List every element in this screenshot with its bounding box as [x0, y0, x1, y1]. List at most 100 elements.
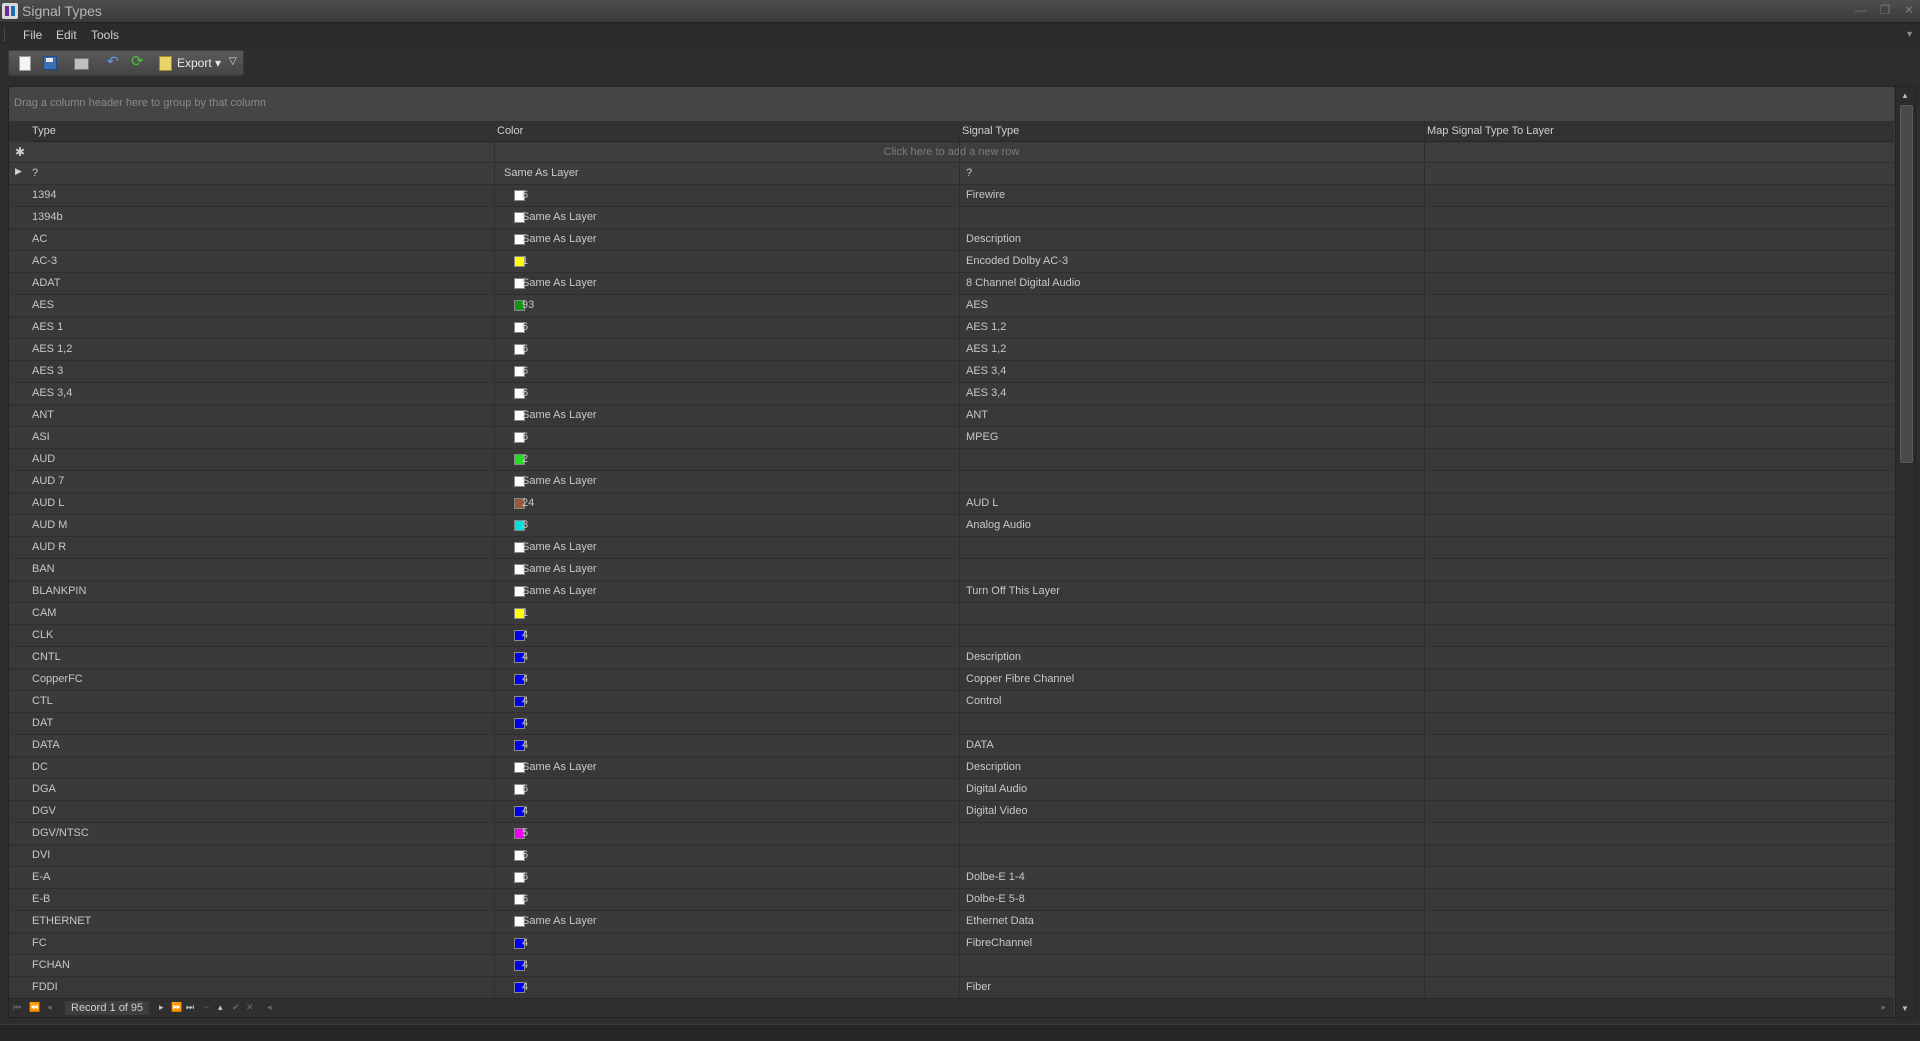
type-cell[interactable]: DGV [32, 805, 56, 817]
table-row[interactable]: DGA 6 Digital Audio [9, 779, 1894, 801]
signal-type-cell[interactable]: ? [966, 167, 972, 179]
type-cell[interactable]: ANT [32, 409, 54, 421]
type-cell[interactable]: AES 3,4 [32, 387, 72, 399]
type-cell[interactable]: AUD M [32, 519, 67, 531]
table-row[interactable]: ASI 6 MPEG [9, 427, 1894, 449]
type-cell[interactable]: FCHAN [32, 959, 70, 971]
table-row[interactable]: AES 93 AES [9, 295, 1894, 317]
type-cell[interactable]: AES 3 [32, 365, 63, 377]
table-row[interactable]: DC Same As Layer Description [9, 757, 1894, 779]
map-signal-type-to-layer-cell[interactable] [1427, 893, 1887, 907]
table-row[interactable]: ETHERNET Same As Layer Ethernet Data [9, 911, 1894, 933]
map-signal-type-to-layer-cell[interactable] [1427, 695, 1887, 709]
table-row[interactable]: AES 3,4 6 AES 3,4 [9, 383, 1894, 405]
table-row[interactable]: CAM 1 [9, 603, 1894, 625]
signal-type-cell[interactable]: 8 Channel Digital Audio [966, 277, 1080, 289]
map-signal-type-to-layer-cell[interactable] [1427, 255, 1887, 269]
type-cell[interactable]: AES [32, 299, 54, 311]
map-signal-type-to-layer-cell[interactable] [1427, 849, 1887, 863]
minimize-icon[interactable]: — [1854, 3, 1868, 17]
refresh-icon[interactable]: ⟳ [131, 52, 145, 70]
signal-type-cell[interactable]: AES 3,4 [966, 365, 1006, 377]
signal-type-cell[interactable]: Firewire [966, 189, 1005, 201]
map-signal-type-to-layer-cell[interactable] [1427, 959, 1887, 973]
delete-record-icon[interactable]: − [204, 1002, 209, 1012]
table-row[interactable]: AES 1 6 AES 1,2 [9, 317, 1894, 339]
signal-type-cell[interactable]: Turn Off This Layer [966, 585, 1060, 597]
vertical-scrollbar[interactable]: ▲ ▼ [1895, 87, 1915, 1017]
table-row[interactable]: ▶? Same As Layer? [9, 163, 1894, 185]
next-record-icon[interactable]: ▸ [159, 1002, 164, 1013]
signal-type-cell[interactable]: DATA [966, 739, 994, 751]
signal-type-cell[interactable]: Description [966, 651, 1021, 663]
type-cell[interactable]: AC [32, 233, 47, 245]
new-item-row[interactable]: ✱ Click here to add a new row [9, 142, 1894, 163]
toolbar-options-icon[interactable]: ▽ [229, 56, 237, 67]
table-row[interactable]: 1394b Same As Layer [9, 207, 1894, 229]
type-cell[interactable]: DGA [32, 783, 56, 795]
map-signal-type-to-layer-cell[interactable] [1427, 783, 1887, 797]
map-signal-type-to-layer-cell[interactable] [1427, 387, 1887, 401]
type-cell[interactable]: ETHERNET [32, 915, 91, 927]
type-cell[interactable]: AUD L [32, 497, 64, 509]
column-header-map-signal-type-to-layer[interactable]: Map Signal Type To Layer [1427, 125, 1554, 137]
type-cell[interactable]: DATA [32, 739, 60, 751]
menu-grip[interactable] [4, 28, 8, 41]
type-cell[interactable]: CNTL [32, 651, 61, 663]
table-row[interactable]: AUD L 24 AUD L [9, 493, 1894, 515]
type-cell[interactable]: CAM [32, 607, 56, 619]
map-signal-type-to-layer-cell[interactable] [1427, 937, 1887, 951]
table-row[interactable]: DGV 4 Digital Video [9, 801, 1894, 823]
signal-type-cell[interactable]: Dolbe-E 1-4 [966, 871, 1025, 883]
type-cell[interactable]: AES 1 [32, 321, 63, 333]
map-signal-type-to-layer-cell[interactable] [1427, 321, 1887, 335]
table-row[interactable]: FC 4 FibreChannel [9, 933, 1894, 955]
first-record-icon[interactable]: ⏮ [13, 1002, 21, 1013]
signal-type-cell[interactable]: AES 1,2 [966, 343, 1006, 355]
new-document-icon[interactable] [19, 56, 31, 71]
save-record-icon[interactable]: ✔ [232, 1002, 240, 1013]
map-signal-type-to-layer-cell[interactable] [1427, 277, 1887, 291]
map-signal-type-to-layer-cell[interactable] [1427, 365, 1887, 379]
map-signal-type-to-layer-cell[interactable] [1427, 409, 1887, 423]
table-row[interactable]: FCHAN 4 [9, 955, 1894, 977]
signal-type-cell[interactable]: Analog Audio [966, 519, 1031, 531]
table-row[interactable]: E-B 6 Dolbe-E 5-8 [9, 889, 1894, 911]
map-signal-type-to-layer-cell[interactable] [1427, 189, 1887, 203]
table-row[interactable]: BAN Same As Layer [9, 559, 1894, 581]
type-cell[interactable]: CopperFC [32, 673, 83, 685]
scroll-right-icon[interactable]: ▸ [1881, 1002, 1886, 1013]
type-cell[interactable]: E-B [32, 893, 50, 905]
table-row[interactable]: 1394 6 Firewire [9, 185, 1894, 207]
menu-edit[interactable]: Edit [56, 28, 77, 42]
table-row[interactable]: AES 1,2 6 AES 1,2 [9, 339, 1894, 361]
map-signal-type-to-layer-cell[interactable] [1427, 519, 1887, 533]
table-row[interactable]: CopperFC 4 Copper Fibre Channel [9, 669, 1894, 691]
signal-type-cell[interactable]: Description [966, 761, 1021, 773]
insert-record-icon[interactable]: ▴ [218, 1002, 223, 1013]
signal-type-cell[interactable]: ANT [966, 409, 988, 421]
table-row[interactable]: BLANKPIN Same As Layer Turn Off This Layer [9, 581, 1894, 603]
table-row[interactable]: DGV/NTSC 5 [9, 823, 1894, 845]
signal-type-cell[interactable]: Encoded Dolby AC-3 [966, 255, 1068, 267]
table-row[interactable]: FDDI 4 Fiber [9, 977, 1894, 999]
map-signal-type-to-layer-cell[interactable] [1427, 629, 1887, 643]
map-signal-type-to-layer-cell[interactable] [1427, 585, 1887, 599]
type-cell[interactable]: BLANKPIN [32, 585, 86, 597]
table-row[interactable]: AC-3 1 Encoded Dolby AC-3 [9, 251, 1894, 273]
type-cell[interactable]: AUD 7 [32, 475, 64, 487]
type-cell[interactable]: ASI [32, 431, 50, 443]
menu-file[interactable]: File [23, 28, 42, 42]
table-row[interactable]: CLK 4 [9, 625, 1894, 647]
last-record-icon[interactable]: ⏭ [186, 1002, 194, 1013]
signal-type-cell[interactable]: Digital Audio [966, 783, 1027, 795]
type-cell[interactable]: DAT [32, 717, 53, 729]
scroll-down-icon[interactable]: ▼ [1901, 1004, 1909, 1013]
map-signal-type-to-layer-cell[interactable] [1427, 167, 1887, 181]
undo-icon[interactable]: ↶ [107, 53, 121, 69]
scrollbar-thumb[interactable] [1900, 105, 1913, 463]
type-cell[interactable]: AUD [32, 453, 55, 465]
map-signal-type-to-layer-cell[interactable] [1427, 827, 1887, 841]
table-row[interactable]: AUD R Same As Layer [9, 537, 1894, 559]
scroll-left-icon[interactable]: ◂ [267, 1002, 272, 1013]
